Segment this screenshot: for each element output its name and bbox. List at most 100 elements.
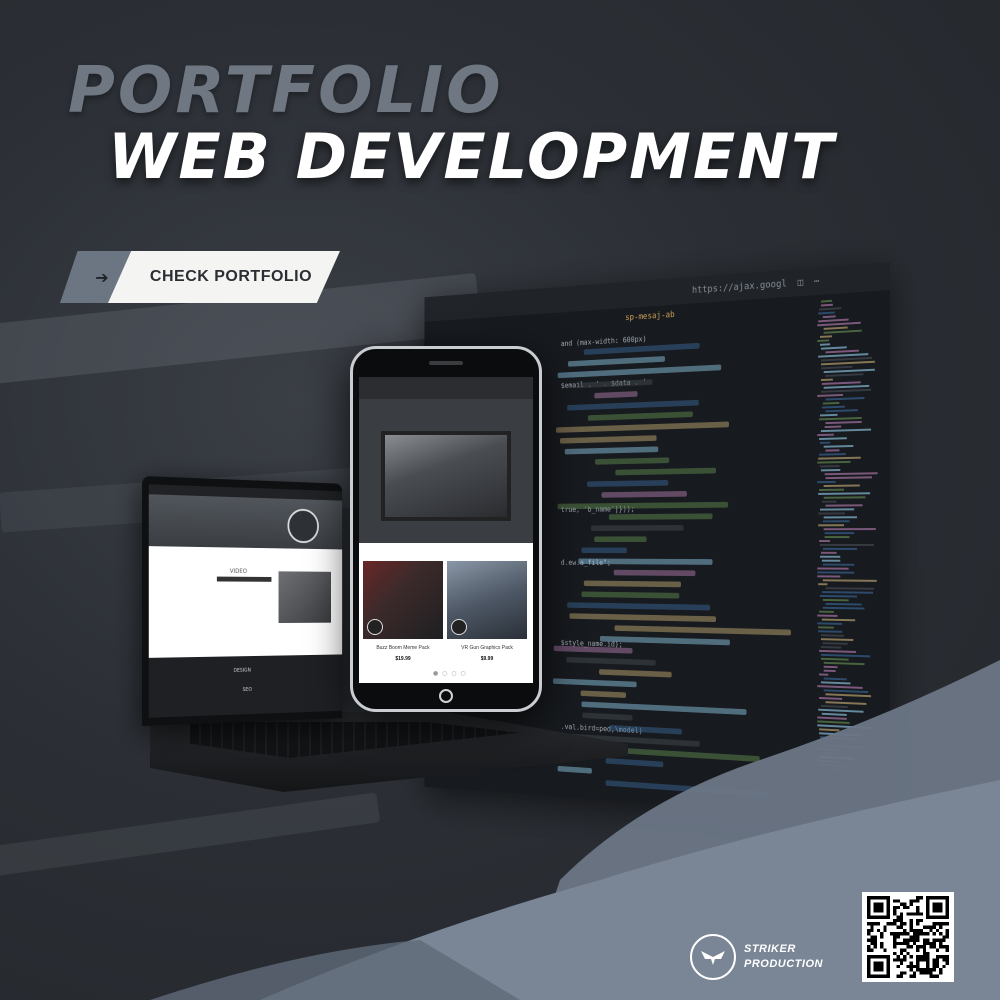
qr-module — [916, 918, 920, 923]
qr-module — [932, 932, 936, 936]
qr-module — [899, 902, 904, 906]
qr-module — [916, 922, 920, 926]
qr-module — [932, 945, 936, 949]
qr-module — [916, 945, 920, 949]
qr-module — [899, 932, 904, 936]
qr-module — [929, 945, 933, 949]
qr-module — [919, 912, 923, 916]
brand-name: STRIKER PRODUCTION — [744, 942, 823, 972]
qr-module — [909, 912, 913, 916]
qr-module — [867, 932, 871, 936]
qr-module — [889, 922, 894, 926]
qr-module — [945, 932, 949, 936]
qr-module — [912, 941, 917, 946]
qr-module — [912, 971, 917, 975]
qr-module — [909, 902, 913, 906]
qr-module — [919, 971, 923, 975]
qr-module — [926, 968, 930, 972]
qr-module — [867, 945, 871, 949]
qr-module — [893, 905, 897, 910]
qr-module — [935, 922, 940, 926]
qr-module — [926, 938, 930, 942]
qr-module — [899, 951, 904, 956]
qr-module — [926, 951, 930, 956]
qr-module — [896, 958, 900, 962]
qr-code[interactable] — [862, 892, 954, 982]
qr-module — [932, 968, 936, 972]
qr-module — [893, 951, 897, 956]
qr-module — [912, 938, 917, 942]
qr-module — [916, 896, 920, 900]
qr-module — [912, 974, 917, 978]
qr-module — [896, 941, 900, 946]
qr-module — [906, 964, 910, 969]
brush-stroke — [150, 660, 1000, 1000]
qr-module — [919, 945, 923, 949]
qr-module — [906, 912, 910, 916]
qr-module — [939, 922, 943, 926]
striker-production-logo: STRIKER PRODUCTION — [690, 934, 823, 980]
qr-module — [939, 968, 943, 972]
qr-module — [912, 928, 917, 933]
qr-module — [909, 968, 913, 972]
qr-module — [909, 938, 913, 942]
qr-module — [899, 912, 904, 916]
qr-module — [873, 941, 877, 946]
striker-logo-icon — [690, 934, 736, 980]
qr-module — [926, 941, 930, 946]
qr-module — [867, 938, 871, 942]
qr-module — [916, 935, 920, 939]
qr-module — [935, 958, 940, 962]
qr-module — [880, 945, 884, 949]
qr-module — [899, 948, 904, 952]
qr-module — [945, 928, 949, 933]
qr-module — [919, 928, 923, 933]
qr-module — [922, 948, 927, 952]
qr-module — [926, 958, 930, 962]
qr-module — [922, 951, 927, 956]
qr-module — [916, 958, 920, 962]
qr-module — [916, 961, 920, 965]
qr-module — [896, 964, 900, 969]
qr-module — [899, 961, 904, 965]
qr-module — [903, 932, 907, 936]
qr-module — [916, 909, 920, 913]
qr-module — [922, 932, 927, 936]
qr-module — [942, 955, 946, 959]
qr-module — [939, 925, 943, 929]
qr-module — [903, 958, 907, 962]
qr-module — [906, 905, 910, 910]
qr-module — [942, 922, 946, 926]
qr-module — [896, 915, 900, 919]
qr-module — [893, 909, 897, 913]
qr-module — [945, 922, 949, 926]
qr-module — [919, 958, 923, 962]
qr-module — [909, 961, 913, 965]
qr-module — [939, 945, 943, 949]
qr-module — [926, 932, 930, 936]
qr-module — [935, 928, 940, 933]
brand-name-line1: STRIKER — [744, 943, 796, 955]
qr-module — [932, 964, 936, 969]
qr-module — [903, 905, 907, 910]
qr-module — [903, 902, 907, 906]
qr-module — [893, 941, 897, 946]
qr-module — [909, 899, 913, 903]
qr-module — [883, 925, 887, 929]
qr-module — [912, 964, 917, 969]
qr-module — [916, 928, 920, 933]
qr-module — [867, 948, 871, 952]
qr-module — [929, 928, 933, 933]
qr-finder-pattern — [873, 902, 884, 913]
qr-module — [929, 925, 933, 929]
qr-module — [909, 928, 913, 933]
qr-module — [873, 938, 877, 942]
qr-module — [916, 905, 920, 910]
qr-module — [935, 964, 940, 969]
qr-module — [893, 938, 897, 942]
qr-module — [926, 961, 930, 965]
qr-module — [906, 941, 910, 946]
qr-module — [916, 899, 920, 903]
qr-module — [889, 932, 894, 936]
qr-module — [942, 945, 946, 949]
